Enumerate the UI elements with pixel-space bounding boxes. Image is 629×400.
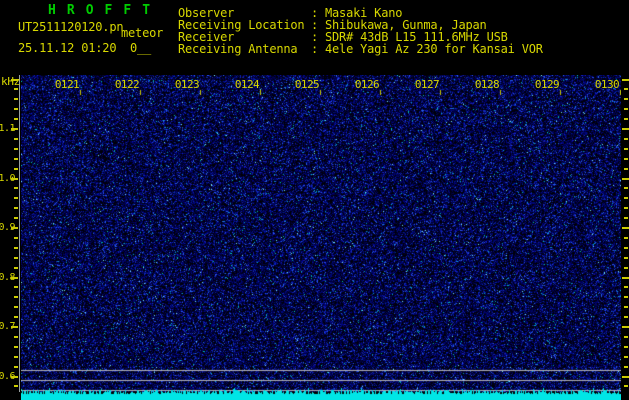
spectrogram-canvas — [21, 75, 621, 400]
left-minor-freq-tick — [14, 356, 18, 358]
left-minor-freq-tick — [14, 237, 18, 239]
right-minor-freq-tick — [624, 168, 628, 170]
time-label-0125: 0125 — [294, 78, 320, 91]
right-minor-freq-tick — [624, 385, 628, 387]
left-minor-freq-tick — [14, 366, 18, 368]
info-label-receiving-antenna: Receiving Antenna — [178, 42, 298, 56]
frequency-unit-label: kHz — [1, 75, 20, 88]
right-major-freq-tick — [622, 277, 629, 279]
station-label: meteor — [121, 26, 164, 40]
left-major-freq-tick — [11, 376, 18, 378]
left-minor-freq-tick — [14, 336, 18, 338]
time-label-0122: 0122 — [114, 78, 140, 91]
right-minor-freq-tick — [624, 306, 628, 308]
left-minor-freq-tick — [14, 158, 18, 160]
right-minor-freq-tick — [624, 237, 628, 239]
right-minor-freq-tick — [624, 316, 628, 318]
colon: : — [311, 42, 319, 56]
right-major-freq-tick — [622, 178, 629, 180]
right-minor-freq-tick — [624, 138, 628, 140]
observation-datetime: 25.11.12 01:20 — [18, 41, 117, 55]
left-major-freq-tick — [11, 178, 18, 180]
right-minor-freq-tick — [624, 356, 628, 358]
time-label-0128: 0128 — [474, 78, 500, 91]
right-major-freq-tick — [622, 326, 629, 328]
left-minor-freq-tick — [14, 296, 18, 298]
right-minor-freq-tick — [624, 88, 628, 90]
right-major-freq-tick — [622, 227, 629, 229]
right-major-freq-tick — [622, 128, 629, 130]
left-minor-freq-tick — [14, 197, 18, 199]
right-major-freq-tick — [622, 79, 629, 81]
left-minor-freq-tick — [14, 286, 18, 288]
time-label-0130: 0130 — [594, 78, 620, 91]
right-major-freq-tick — [622, 376, 629, 378]
left-minor-freq-tick — [14, 108, 18, 110]
left-major-freq-tick — [11, 227, 18, 229]
left-minor-freq-tick — [14, 187, 18, 189]
right-minor-freq-tick — [624, 346, 628, 348]
left-major-freq-tick — [11, 326, 18, 328]
left-major-freq-tick — [11, 277, 18, 279]
time-label-0124: 0124 — [234, 78, 260, 91]
time-label-0123: 0123 — [174, 78, 200, 91]
right-minor-freq-tick — [624, 148, 628, 150]
frequency-axis-line — [19, 75, 20, 392]
right-minor-freq-tick — [624, 286, 628, 288]
left-minor-freq-tick — [14, 267, 18, 269]
left-major-freq-tick — [11, 79, 18, 81]
output-filename: UT2511120120.pn — [18, 20, 124, 34]
left-minor-freq-tick — [14, 118, 18, 120]
left-minor-freq-tick — [14, 257, 18, 259]
right-minor-freq-tick — [624, 197, 628, 199]
right-minor-freq-tick — [624, 296, 628, 298]
right-minor-freq-tick — [624, 108, 628, 110]
right-minor-freq-tick — [624, 158, 628, 160]
time-label-0126: 0126 — [354, 78, 380, 91]
info-value-receiving-antenna: 4ele Yagi Az 230 for Kansai VOR — [325, 42, 543, 56]
left-major-freq-tick — [11, 128, 18, 130]
left-minor-freq-tick — [14, 247, 18, 249]
hrofft-output-image: { "app": { "title": "H R O F F T", "colo… — [0, 0, 629, 400]
right-minor-freq-tick — [624, 207, 628, 209]
left-minor-freq-tick — [14, 316, 18, 318]
left-minor-freq-tick — [14, 88, 18, 90]
left-minor-freq-tick — [14, 98, 18, 100]
right-minor-freq-tick — [624, 187, 628, 189]
right-minor-freq-tick — [624, 217, 628, 219]
left-minor-freq-tick — [14, 346, 18, 348]
app-title: H R O F F T — [48, 3, 152, 18]
left-minor-freq-tick — [14, 306, 18, 308]
left-minor-freq-tick — [14, 217, 18, 219]
time-label-0121: 0121 — [54, 78, 80, 91]
left-minor-freq-tick — [14, 148, 18, 150]
echo-counter: 0__ — [130, 41, 152, 55]
left-minor-freq-tick — [14, 207, 18, 209]
time-label-0127: 0127 — [414, 78, 440, 91]
right-minor-freq-tick — [624, 98, 628, 100]
right-minor-freq-tick — [624, 267, 628, 269]
left-minor-freq-tick — [14, 168, 18, 170]
right-minor-freq-tick — [624, 118, 628, 120]
right-minor-freq-tick — [624, 336, 628, 338]
left-minor-freq-tick — [14, 385, 18, 387]
time-label-0129: 0129 — [534, 78, 560, 91]
right-minor-freq-tick — [624, 257, 628, 259]
right-minor-freq-tick — [624, 366, 628, 368]
right-minor-freq-tick — [624, 247, 628, 249]
left-minor-freq-tick — [14, 138, 18, 140]
